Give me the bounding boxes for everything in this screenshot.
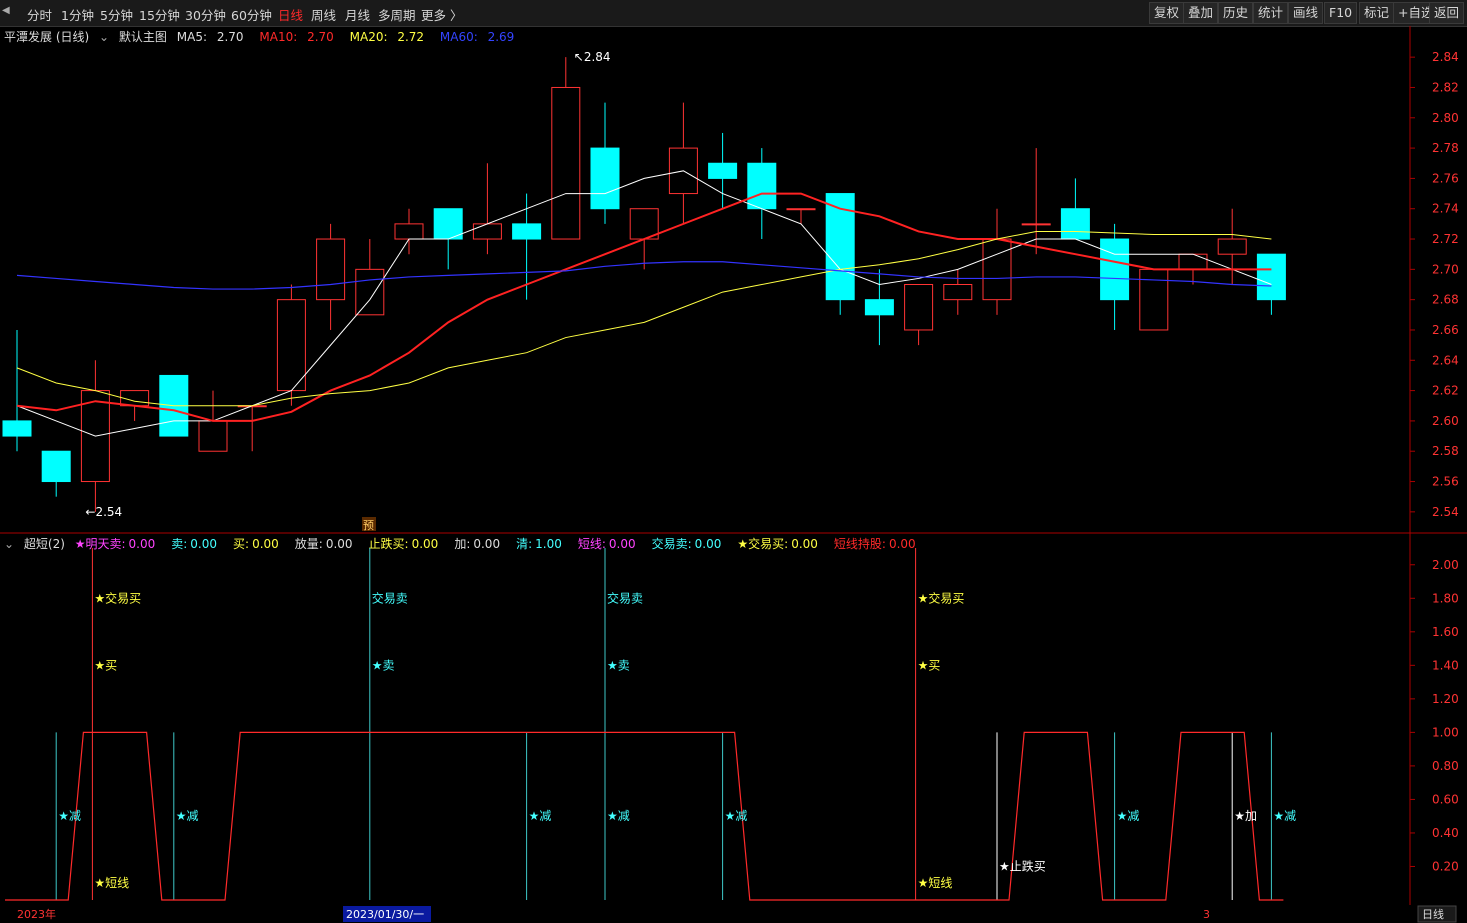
sub-y-tick-label: 1.00 xyxy=(1432,725,1459,739)
candle-body xyxy=(1021,223,1051,226)
sub-y-tick-label: 1.20 xyxy=(1432,692,1459,706)
low-label: ←2.54 xyxy=(85,505,122,519)
y-tick-label: 2.70 xyxy=(1432,262,1459,276)
sub-y-tick-label: 0.60 xyxy=(1432,792,1459,806)
candle-body xyxy=(786,208,816,211)
candle-body xyxy=(1139,268,1169,331)
y-tick-label: 2.84 xyxy=(1432,50,1459,64)
signal-label: ★卖 xyxy=(372,658,395,672)
sub-y-tick-label: 1.80 xyxy=(1432,591,1459,605)
candle-body xyxy=(904,284,934,331)
candle-body xyxy=(747,162,777,210)
signal-label: ★减 xyxy=(1273,809,1296,823)
candle-body xyxy=(394,223,424,240)
candle-body xyxy=(316,238,346,301)
sub-y-tick-label: 0.80 xyxy=(1432,759,1459,773)
y-tick-label: 2.78 xyxy=(1432,141,1459,155)
signal-label: ★减 xyxy=(607,809,630,823)
sub-y-tick-label: 0.40 xyxy=(1432,826,1459,840)
candle-body xyxy=(982,238,1012,301)
candle-body xyxy=(512,223,542,240)
y-tick-label: 2.64 xyxy=(1432,353,1459,367)
signal-label: ★交易买 xyxy=(94,590,141,605)
y-tick-label: 2.60 xyxy=(1432,414,1459,428)
sub-y-tick-label: 1.40 xyxy=(1432,658,1459,672)
candle-body xyxy=(355,268,385,316)
candle-body xyxy=(1256,253,1286,301)
y-tick-label: 2.72 xyxy=(1432,232,1459,246)
signal-label: ★卖 xyxy=(607,658,630,672)
candle-body xyxy=(276,299,306,392)
signal-label: ★减 xyxy=(725,809,748,823)
candle-body xyxy=(1060,208,1090,240)
y-tick-label: 2.66 xyxy=(1432,323,1459,337)
high-label: ↖2.84 xyxy=(574,50,611,64)
y-tick-label: 2.74 xyxy=(1432,202,1459,216)
signal-label: 交易卖 xyxy=(372,590,408,605)
candle-body xyxy=(1178,253,1208,270)
candle-body xyxy=(1100,238,1130,301)
candle-body xyxy=(943,284,973,301)
chart-canvas[interactable]: 2.54 2.56 2.58 2.60 2.62 2.64 2.66 2.68 2.70 2.72… xyxy=(0,0,1467,923)
candle-body xyxy=(472,223,502,240)
y-tick-label: 2.62 xyxy=(1432,384,1459,398)
y-tick-label: 2.80 xyxy=(1432,111,1459,125)
candle-body xyxy=(1217,238,1247,255)
signal-label: ★减 xyxy=(529,809,552,823)
signal-label: 交易卖 xyxy=(607,590,643,605)
signal-label: ★加 xyxy=(1234,809,1257,823)
candle-body xyxy=(864,299,894,316)
candle-body xyxy=(2,420,32,437)
signal-label: ★减 xyxy=(176,809,199,823)
y-tick-label: 2.76 xyxy=(1432,171,1459,185)
candle-body xyxy=(708,162,738,179)
date-cursor-label: 2023/01/30/一 xyxy=(346,908,424,921)
signal-label: ★买 xyxy=(918,658,941,672)
y-tick-label: 2.68 xyxy=(1432,293,1459,307)
signal-label: ★短线 xyxy=(94,876,129,890)
y-tick-label: 2.82 xyxy=(1432,80,1459,94)
candle-body xyxy=(41,450,71,483)
signal-label: ★短线 xyxy=(918,876,953,890)
sub-y-tick-label: 2.00 xyxy=(1432,558,1459,572)
signal-label: ★减 xyxy=(58,809,81,823)
pre-badge-label: 预 xyxy=(363,519,374,532)
signal-label: ★止跌买 xyxy=(999,858,1046,873)
signal-label: ★买 xyxy=(94,658,117,672)
candle-body xyxy=(198,420,228,452)
sub-y-tick-label: 0.20 xyxy=(1432,859,1459,873)
candle-body xyxy=(433,208,463,240)
candle-body xyxy=(590,147,620,210)
month-mark: 3 xyxy=(1203,908,1210,921)
y-tick-label: 2.58 xyxy=(1432,444,1459,458)
candle-body xyxy=(551,86,581,240)
signal-label: ★减 xyxy=(1117,809,1140,823)
y-tick-label: 2.56 xyxy=(1432,475,1459,489)
signal-label: ★交易买 xyxy=(918,590,965,605)
period-button-label: 日线 xyxy=(1422,907,1444,921)
sub-y-tick-label: 1.60 xyxy=(1432,625,1459,639)
y-tick-label: 2.54 xyxy=(1432,505,1459,519)
year-label: 2023年 xyxy=(17,907,56,921)
